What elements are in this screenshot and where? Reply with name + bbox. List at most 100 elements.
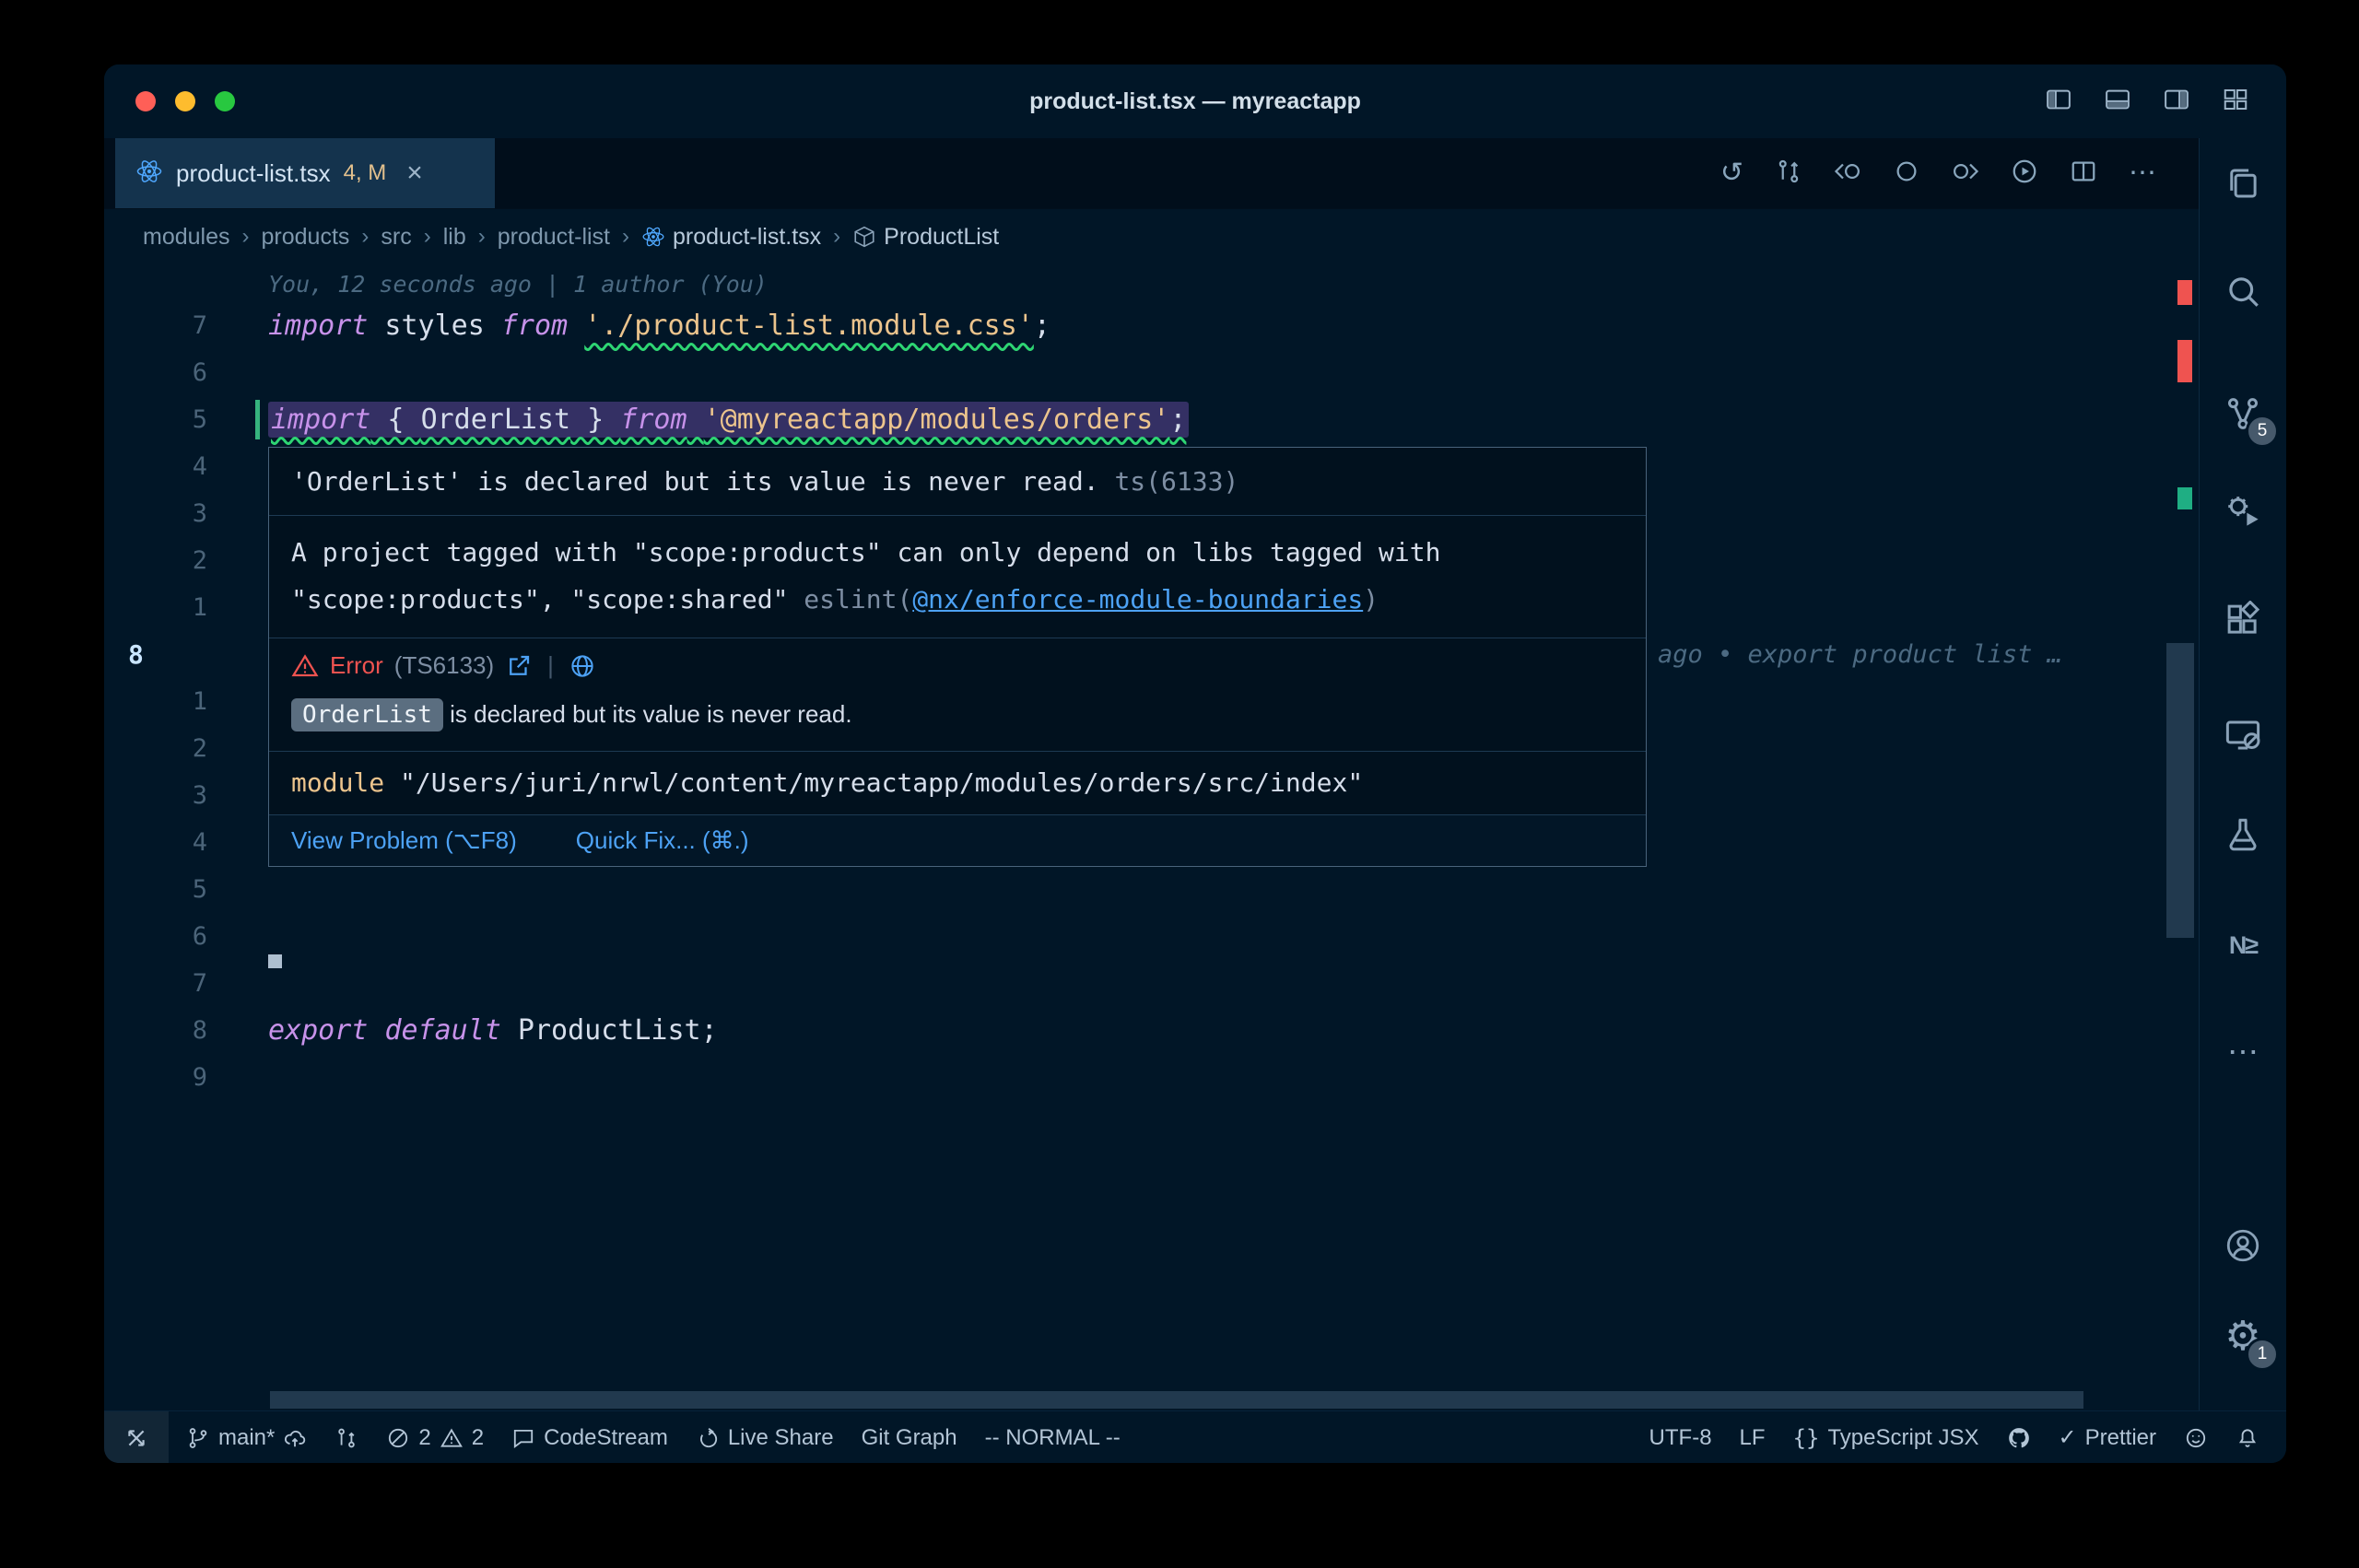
vertical-scrollbar[interactable] bbox=[2166, 643, 2194, 938]
extensions-icon[interactable] bbox=[2222, 599, 2264, 641]
share-icon bbox=[696, 1426, 720, 1450]
codestream-item[interactable]: CodeStream bbox=[498, 1411, 682, 1463]
vim-mode-item[interactable]: -- NORMAL -- bbox=[971, 1411, 1134, 1463]
git-compare-item[interactable] bbox=[321, 1411, 372, 1463]
accounts-icon[interactable] bbox=[2222, 1224, 2264, 1267]
breadcrumb: modules › products › src › lib › product… bbox=[104, 208, 2199, 265]
record-icon[interactable] bbox=[1893, 158, 1920, 190]
line-number: 7 bbox=[104, 311, 224, 340]
breadcrumb-item[interactable]: products bbox=[262, 224, 350, 251]
separator: | bbox=[547, 651, 554, 680]
check-icon: ✓ bbox=[2059, 1424, 2077, 1451]
line-number: 8 bbox=[104, 1016, 224, 1045]
git-modified-indicator bbox=[255, 400, 260, 439]
run-debug-icon[interactable] bbox=[2222, 489, 2264, 532]
tooltip-actions: View Problem (⌥F8) Quick Fix... (⌘.) bbox=[269, 815, 1646, 866]
vscode-window: product-list.tsx — myreactapp product-li… bbox=[104, 64, 2286, 1463]
horizontal-scrollbar[interactable] bbox=[270, 1391, 2083, 1409]
problems-item[interactable]: 2 2 bbox=[372, 1411, 498, 1463]
live-share-item[interactable]: Live Share bbox=[682, 1411, 848, 1463]
settings-gear-icon[interactable]: ⚙ 1 bbox=[2222, 1316, 2264, 1358]
files-icon[interactable] bbox=[2222, 162, 2264, 205]
encoding-item[interactable]: UTF-8 bbox=[1636, 1411, 1726, 1463]
code-line[interactable]: 7 bbox=[104, 960, 2199, 1007]
desktop: product-list.tsx — myreactapp product-li… bbox=[0, 0, 2359, 1568]
overview-error-mark bbox=[2177, 340, 2192, 382]
remote-explorer-icon[interactable] bbox=[2222, 714, 2264, 756]
testing-icon[interactable] bbox=[2222, 813, 2264, 856]
code-line[interactable]: 6 bbox=[104, 913, 2199, 960]
selection-highlight: import { OrderList } from '@myreactapp/m… bbox=[268, 402, 1189, 438]
compare-changes-icon[interactable] bbox=[1775, 158, 1802, 190]
view-problem-button[interactable]: View Problem (⌥F8) bbox=[291, 826, 517, 855]
more-views-icon[interactable]: ⋯ bbox=[2222, 1031, 2264, 1073]
run-file-icon[interactable] bbox=[2011, 158, 2038, 190]
toggle-sidebar-icon[interactable] bbox=[2043, 86, 2074, 118]
git-blame-annotation: You, 12 seconds ago | 1 author (You) bbox=[104, 265, 2199, 302]
line-number: 9 bbox=[104, 1063, 224, 1092]
chevron-right-icon: › bbox=[242, 224, 250, 250]
line-number: 7 bbox=[104, 969, 224, 998]
code-line[interactable]: 9 bbox=[104, 1054, 2199, 1101]
timeline-icon[interactable]: ↺ bbox=[1720, 159, 1743, 187]
editor-actions: ↺ ⋯ bbox=[1720, 138, 2156, 208]
code-line[interactable]: 6 bbox=[104, 349, 2199, 396]
breadcrumb-item[interactable]: product-list bbox=[498, 224, 610, 251]
quick-fix-button[interactable]: Quick Fix... (⌘.) bbox=[576, 826, 749, 855]
breadcrumb-item[interactable]: lib bbox=[443, 224, 466, 251]
customize-layout-icon[interactable] bbox=[2220, 86, 2251, 118]
error-label: Error bbox=[330, 651, 383, 680]
line-number: 3 bbox=[104, 781, 224, 810]
breadcrumb-item[interactable]: modules bbox=[143, 224, 230, 251]
tooltip-diagnostic-ts: 'OrderList' is declared but its value is… bbox=[269, 448, 1646, 516]
source-control-icon[interactable]: 5 bbox=[2222, 392, 2264, 435]
overview-error-mark bbox=[2177, 280, 2192, 305]
line-number: 5 bbox=[104, 405, 224, 434]
toggle-panel-icon[interactable] bbox=[2102, 86, 2133, 118]
notifications-item[interactable] bbox=[2222, 1411, 2273, 1463]
symbol-cube-icon bbox=[852, 225, 876, 249]
tooltip-resize-handle[interactable] bbox=[268, 954, 282, 968]
eslint-rule-link[interactable]: @nx/enforce-module-boundaries bbox=[912, 584, 1363, 614]
eol-item[interactable]: LF bbox=[1726, 1411, 1779, 1463]
feedback-item[interactable] bbox=[2170, 1411, 2222, 1463]
chevron-right-icon: › bbox=[424, 224, 431, 250]
code-line[interactable]: 7import styles from './product-list.modu… bbox=[104, 302, 2199, 349]
warning-triangle-icon bbox=[291, 652, 319, 680]
scm-changes-badge: 5 bbox=[2246, 415, 2279, 448]
code-line[interactable]: 5 bbox=[104, 866, 2199, 913]
breadcrumb-item[interactable]: src bbox=[381, 224, 411, 251]
status-bar: main* 2 2 CodeStream Live Share bbox=[104, 1410, 2286, 1463]
line-number: 5 bbox=[104, 875, 224, 904]
window-title: product-list.tsx — myreactapp bbox=[104, 64, 2286, 138]
git-graph-item[interactable]: Git Graph bbox=[848, 1411, 971, 1463]
git-branch-item[interactable]: main* bbox=[172, 1411, 321, 1463]
publish-cloud-icon bbox=[283, 1426, 307, 1450]
more-actions-icon[interactable]: ⋯ bbox=[2129, 159, 2156, 187]
language-mode-item[interactable]: {}TypeScript JSX bbox=[1779, 1411, 1993, 1463]
split-editor-icon[interactable] bbox=[2070, 158, 2097, 190]
tooltip-error-detail: Error (TS6133) | OrderList is declared b… bbox=[269, 638, 1646, 752]
code-editor[interactable]: You, 12 seconds ago | 1 author (You) 7im… bbox=[104, 265, 2199, 1410]
toggle-secondary-sidebar-icon[interactable] bbox=[2161, 86, 2192, 118]
breadcrumb-symbol[interactable]: ProductList bbox=[852, 224, 999, 251]
code-line[interactable]: 8export default ProductList; bbox=[104, 1007, 2199, 1054]
prettier-item[interactable]: ✓Prettier bbox=[2045, 1411, 2170, 1463]
search-icon[interactable] bbox=[2222, 270, 2264, 312]
github-icon bbox=[2007, 1426, 2031, 1450]
open-external-icon[interactable] bbox=[505, 652, 533, 680]
remote-indicator[interactable] bbox=[104, 1411, 169, 1463]
github-item[interactable] bbox=[1993, 1411, 2045, 1463]
nx-console-icon[interactable]: N≥ bbox=[2222, 924, 2264, 966]
previous-change-icon[interactable] bbox=[1834, 158, 1861, 190]
tooltip-diagnostic-eslint: A project tagged with "scope:products" c… bbox=[269, 516, 1646, 638]
code-line[interactable]: 5 import { OrderList } from '@myreactapp/… bbox=[104, 396, 2199, 443]
symbol-chip: OrderList bbox=[291, 698, 443, 731]
globe-icon[interactable] bbox=[569, 652, 596, 680]
breadcrumb-file[interactable]: product-list.tsx bbox=[641, 224, 821, 251]
tab-product-list[interactable]: product-list.tsx 4, M × bbox=[115, 138, 495, 208]
next-change-icon[interactable] bbox=[1952, 158, 1979, 190]
tab-close-icon[interactable]: × bbox=[406, 158, 423, 189]
line-number: 4 bbox=[104, 828, 224, 857]
error-code: (TS6133) bbox=[394, 651, 494, 680]
